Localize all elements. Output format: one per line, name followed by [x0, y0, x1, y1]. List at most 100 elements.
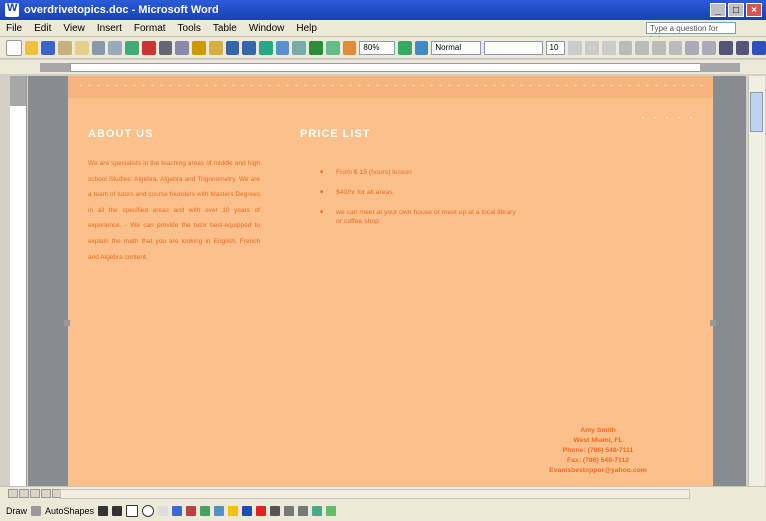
menu-window[interactable]: Window	[243, 23, 291, 34]
font-color-icon[interactable]	[752, 40, 766, 55]
increase-indent-icon[interactable]	[735, 40, 750, 55]
open-folder-icon[interactable]	[24, 40, 39, 55]
insert-table-icon[interactable]	[292, 40, 307, 55]
menu-edit[interactable]: Edit	[28, 23, 57, 34]
oval-icon[interactable]	[142, 505, 155, 517]
paste-icon[interactable]	[192, 40, 206, 55]
justify-icon[interactable]	[668, 40, 683, 55]
draw-menu[interactable]: Draw	[6, 506, 27, 516]
vertical-scroll-thumb[interactable]	[750, 92, 763, 132]
horizontal-scrollbar[interactable]	[0, 486, 766, 501]
title-bar: overdrivetopics.doc - Microsoft Word _ □…	[0, 0, 766, 20]
email-icon[interactable]	[74, 40, 89, 55]
copy-icon[interactable]	[175, 40, 190, 55]
arrow-icon[interactable]	[112, 506, 123, 516]
research-icon[interactable]	[141, 40, 156, 55]
menu-insert[interactable]: Insert	[91, 23, 128, 34]
save-icon[interactable]	[41, 40, 56, 55]
horizontal-scroll-thumb[interactable]	[60, 489, 690, 499]
dotted-border	[76, 84, 706, 87]
permission-icon[interactable]	[58, 40, 72, 55]
read-icon[interactable]	[414, 40, 429, 55]
excel-icon[interactable]	[309, 40, 323, 55]
arrow-style-icon[interactable]	[298, 506, 309, 516]
style-combo[interactable]: Normal	[431, 40, 481, 55]
autoshapes-menu[interactable]: AutoShapes	[45, 506, 94, 516]
decorative-dots	[637, 116, 697, 119]
print-view-button[interactable]	[30, 489, 40, 498]
columns-icon[interactable]	[325, 40, 340, 55]
close-button[interactable]: ×	[746, 3, 762, 17]
line-style-icon[interactable]	[270, 506, 281, 516]
italic-icon[interactable]	[585, 40, 599, 55]
cut-icon[interactable]	[158, 40, 173, 55]
format-painter-icon[interactable]	[208, 40, 223, 55]
new-document-icon[interactable]	[6, 39, 22, 56]
bullets-icon[interactable]	[702, 40, 716, 55]
word-app-icon[interactable]	[5, 2, 19, 17]
zoom-combo[interactable]: 80%	[359, 40, 395, 55]
menu-file[interactable]: File	[0, 23, 28, 34]
font-combo[interactable]	[483, 40, 543, 55]
underline-icon[interactable]	[601, 40, 616, 55]
vertical-ruler[interactable]	[10, 76, 27, 486]
minimize-button[interactable]: _	[710, 3, 726, 17]
ruler-track[interactable]	[70, 63, 710, 72]
clip-art-icon[interactable]	[200, 506, 211, 516]
outline-view-button[interactable]	[41, 489, 51, 498]
menu-bar: File Edit View Insert Format Tools Table…	[0, 20, 766, 44]
maximize-button[interactable]: □	[728, 3, 744, 17]
print-preview-icon[interactable]	[108, 40, 123, 55]
about-heading: ABOUT US	[88, 128, 154, 140]
shadow-style-icon[interactable]	[312, 506, 323, 516]
right-margin-marker	[710, 320, 716, 326]
dash-style-icon[interactable]	[284, 506, 295, 516]
print-icon[interactable]	[91, 40, 106, 55]
document-page[interactable]: ABOUT US We are specialists in the teach…	[68, 76, 713, 486]
menu-table[interactable]: Table	[207, 23, 243, 34]
table-icon[interactable]	[275, 40, 290, 55]
page-header-band	[68, 76, 713, 98]
price-item: $40/hr for all areas	[320, 188, 520, 197]
font-color-draw-icon[interactable]	[256, 506, 267, 516]
drawing-icon[interactable]	[342, 40, 357, 55]
contact-block: Amy Smith West Miami, FL Phone: (786) 54…	[488, 426, 708, 476]
select-objects-icon[interactable]	[31, 506, 42, 516]
menu-help[interactable]: Help	[290, 23, 323, 34]
wordart-icon[interactable]	[172, 506, 183, 516]
line-color-icon[interactable]	[242, 506, 253, 516]
vertical-scrollbar[interactable]	[748, 76, 765, 486]
document-area[interactable]: ABOUT US We are specialists in the teach…	[28, 76, 746, 486]
numbering-icon[interactable]	[685, 40, 700, 55]
contact-name: Amy Smith	[580, 427, 616, 434]
spelling-icon[interactable]	[125, 40, 139, 55]
3d-style-icon[interactable]	[326, 506, 337, 516]
help-icon[interactable]	[397, 40, 412, 55]
font-size-combo[interactable]: 10	[545, 40, 566, 55]
fill-color-icon[interactable]	[228, 506, 239, 516]
standard-toolbar: 80% Normal 10	[0, 37, 766, 59]
text-box-icon[interactable]	[158, 506, 169, 516]
price-item: we can meet at your own house or meet up…	[320, 208, 520, 226]
normal-view-button[interactable]	[8, 489, 18, 498]
web-view-button[interactable]	[19, 489, 29, 498]
price-list: From $ 15 (hours) lesson $40/hr for all …	[320, 168, 520, 237]
align-right-icon[interactable]	[651, 40, 666, 55]
menu-format[interactable]: Format	[128, 23, 172, 34]
insert-picture-icon[interactable]	[214, 506, 225, 516]
align-center-icon[interactable]	[635, 40, 649, 55]
rectangle-icon[interactable]	[126, 505, 139, 517]
menu-view[interactable]: View	[57, 23, 91, 34]
diagram-icon[interactable]	[186, 506, 197, 516]
view-buttons	[8, 489, 62, 498]
menu-tools[interactable]: Tools	[172, 23, 207, 34]
undo-icon[interactable]	[225, 40, 240, 55]
help-search-input[interactable]: Type a question for help	[646, 22, 736, 44]
horizontal-ruler[interactable]	[0, 60, 766, 74]
align-left-icon[interactable]	[618, 40, 633, 55]
bold-icon[interactable]	[568, 40, 583, 55]
hyperlink-icon[interactable]	[259, 40, 273, 55]
redo-icon[interactable]	[242, 40, 257, 55]
line-icon[interactable]	[98, 506, 109, 516]
decrease-indent-icon[interactable]	[718, 40, 733, 55]
